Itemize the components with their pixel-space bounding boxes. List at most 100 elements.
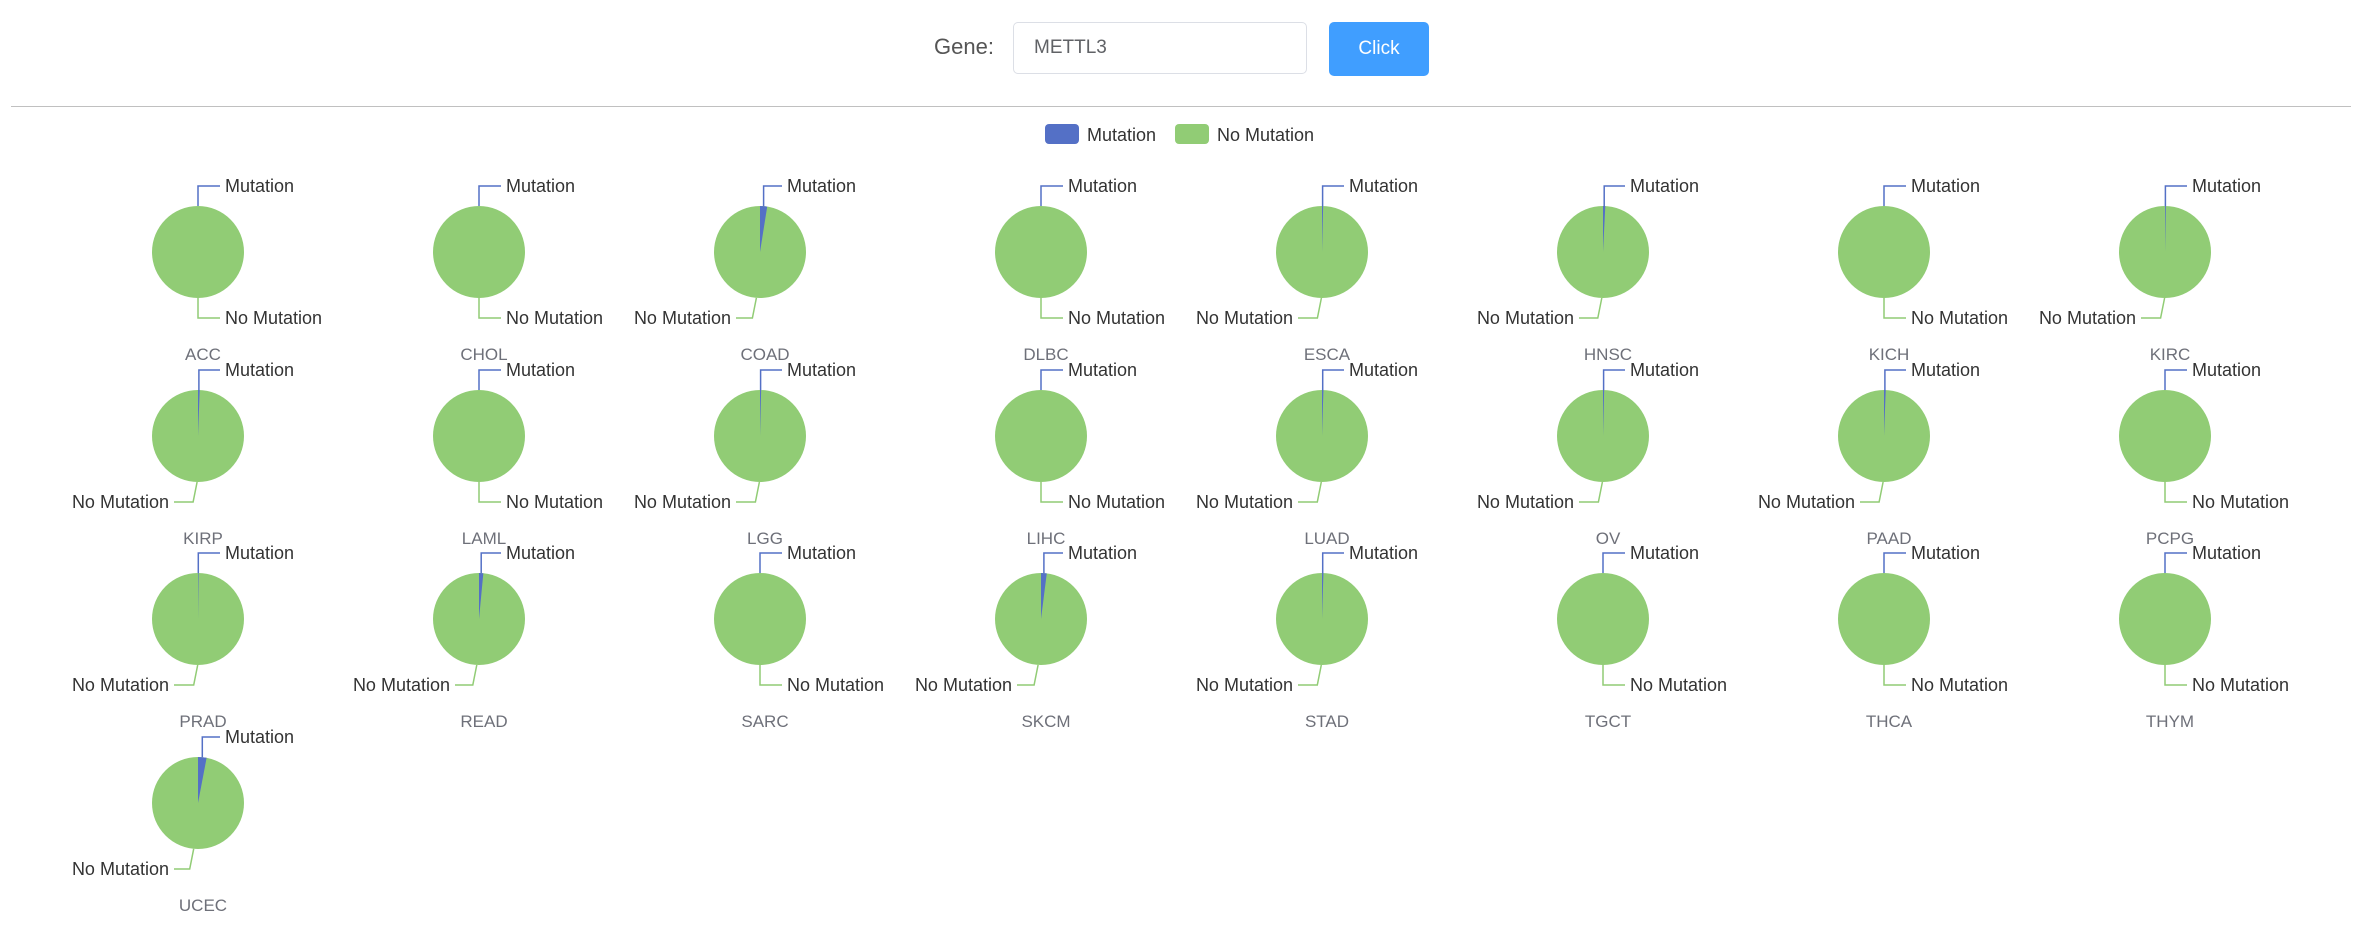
pie-label-mutation: Mutation	[2192, 360, 2261, 380]
pie-title: ESCA	[1304, 345, 1351, 364]
pie-label-mutation: Mutation	[1068, 543, 1137, 563]
pie-label-mutation: Mutation	[506, 176, 575, 196]
pie-title: LAML	[462, 529, 506, 548]
pie-label-mutation: Mutation	[2192, 543, 2261, 563]
pie-label-no-mutation: No Mutation	[72, 859, 169, 879]
leader-line-mutation	[1321, 185, 1344, 206]
pie-chart-ov: Mutation No Mutation OV	[1477, 360, 1699, 548]
pie-title: KIRC	[2150, 345, 2191, 364]
pie-label-no-mutation: No Mutation	[1196, 492, 1293, 512]
pie-chart-coad: Mutation No Mutation COAD	[634, 176, 856, 364]
leader-line-no-mutation	[1860, 481, 1884, 503]
pie-chart-thym: Mutation No Mutation THYM	[2119, 543, 2289, 731]
pie-label-no-mutation: No Mutation	[1196, 308, 1293, 328]
pie-chart-prad: Mutation No Mutation PRAD	[72, 543, 294, 731]
pie-label-mutation: Mutation	[1630, 360, 1699, 380]
leader-line-mutation	[2164, 369, 2187, 390]
pie-label-no-mutation: No Mutation	[506, 308, 603, 328]
pie-label-mutation: Mutation	[225, 543, 294, 563]
pie-chart-kich: Mutation No MutationKICH	[1838, 176, 2008, 364]
pie-label-mutation: Mutation	[225, 360, 294, 380]
leader-line-mutation	[1040, 369, 1063, 390]
leader-line-mutation	[2164, 185, 2187, 206]
pie-title: PRAD	[179, 712, 226, 731]
pie-chart-stad: Mutation No Mutation STAD	[1196, 543, 1418, 731]
pie-label-no-mutation: No Mutation	[634, 492, 731, 512]
legend-label-no-mutation: No Mutation	[1217, 125, 1314, 145]
pie-chart-acc: Mutation No MutationACC	[152, 176, 322, 364]
pie-title: TGCT	[1585, 712, 1631, 731]
leader-line-no-mutation	[478, 298, 501, 319]
leader-line-no-mutation	[174, 664, 199, 686]
leader-line-mutation	[2164, 552, 2187, 573]
pie-chart-chol: Mutation No Mutation CHOL	[433, 176, 603, 364]
leader-line-no-mutation	[1040, 482, 1063, 503]
pie-label-mutation: Mutation	[787, 176, 856, 196]
leader-line-no-mutation	[478, 482, 501, 503]
pie-title: KIRP	[183, 529, 223, 548]
pie-title: SKCM	[1021, 712, 1070, 731]
leader-line-mutation	[201, 736, 220, 758]
pie-title: PAAD	[1866, 529, 1911, 548]
pie-label-mutation: Mutation	[1349, 543, 1418, 563]
pie-chart-kirp: Mutation No Mutation KIRP	[72, 360, 294, 548]
pie-chart-ucec: Mutation No Mutation UCEC	[72, 727, 294, 915]
pie-title: ACC	[185, 345, 221, 364]
pie-label-no-mutation: No Mutation	[72, 675, 169, 695]
pie-chart-lgg: Mutation No Mutation LGG	[634, 360, 856, 548]
pie-chart-thca: Mutation No Mutation THCA	[1838, 543, 2008, 731]
pie-chart-read: Mutation No Mutation READ	[353, 543, 575, 731]
pie-label-no-mutation: No Mutation	[1196, 675, 1293, 695]
leader-line-no-mutation	[1298, 664, 1323, 686]
leader-line-no-mutation	[1298, 297, 1323, 319]
pie-title: LUAD	[1304, 529, 1349, 548]
pie-chart-sarc: Mutation No Mutation SARC	[714, 543, 884, 731]
pie-title: SARC	[741, 712, 788, 731]
pie-chart-lihc: Mutation No MutationLIHC	[995, 360, 1165, 548]
pie-label-no-mutation: No Mutation	[506, 492, 603, 512]
pie-label-mutation: Mutation	[1349, 176, 1418, 196]
leader-line-no-mutation	[1602, 665, 1625, 686]
leader-line-mutation	[197, 552, 220, 573]
pie-label-mutation: Mutation	[787, 543, 856, 563]
pie-label-mutation: Mutation	[225, 727, 294, 747]
pie-label-no-mutation: No Mutation	[2039, 308, 2136, 328]
pie-chart-skcm: Mutation No Mutation SKCM	[915, 543, 1137, 731]
pie-label-mutation: Mutation	[1911, 176, 1980, 196]
leader-line-mutation	[1321, 369, 1344, 390]
pie-label-no-mutation: No Mutation	[1477, 492, 1574, 512]
pie-label-no-mutation: No Mutation	[1477, 308, 1574, 328]
pie-chart-dlbc: Mutation No MutationDLBC	[995, 176, 1165, 364]
leader-line-no-mutation	[1883, 665, 1906, 686]
pie-title: READ	[460, 712, 507, 731]
leader-line-mutation	[1883, 552, 1906, 573]
pie-title: LIHC	[1027, 529, 1066, 548]
legend-swatch-mutation	[1045, 124, 1079, 144]
leader-line-no-mutation	[1883, 298, 1906, 319]
pie-title: OV	[1596, 529, 1621, 548]
leader-line-no-mutation	[2141, 297, 2166, 319]
pie-label-no-mutation: No Mutation	[1758, 492, 1855, 512]
pie-label-mutation: Mutation	[787, 360, 856, 380]
pie-title: UCEC	[179, 896, 227, 915]
pie-label-mutation: Mutation	[506, 360, 575, 380]
leader-line-mutation	[759, 369, 782, 390]
pie-chart-esca: Mutation No Mutation ESCA	[1196, 176, 1418, 364]
pie-label-mutation: Mutation	[1911, 543, 1980, 563]
leader-line-mutation	[198, 369, 220, 390]
pie-label-no-mutation: No Mutation	[1068, 308, 1165, 328]
leader-line-mutation	[1883, 185, 1906, 206]
pie-title: THYM	[2146, 712, 2194, 731]
leader-line-no-mutation	[1298, 481, 1323, 503]
pie-label-no-mutation: No Mutation	[1911, 308, 2008, 328]
leader-line-mutation	[1603, 185, 1625, 206]
pie-label-mutation: Mutation	[2192, 176, 2261, 196]
pie-title: DLBC	[1023, 345, 1068, 364]
leader-line-mutation	[762, 185, 782, 207]
leader-line-no-mutation	[174, 848, 195, 870]
pie-title: LGG	[747, 529, 783, 548]
pie-label-no-mutation: No Mutation	[2192, 492, 2289, 512]
leader-line-no-mutation	[759, 665, 782, 686]
pie-label-mutation: Mutation	[1911, 360, 1980, 380]
legend-swatch-no-mutation	[1175, 124, 1209, 144]
